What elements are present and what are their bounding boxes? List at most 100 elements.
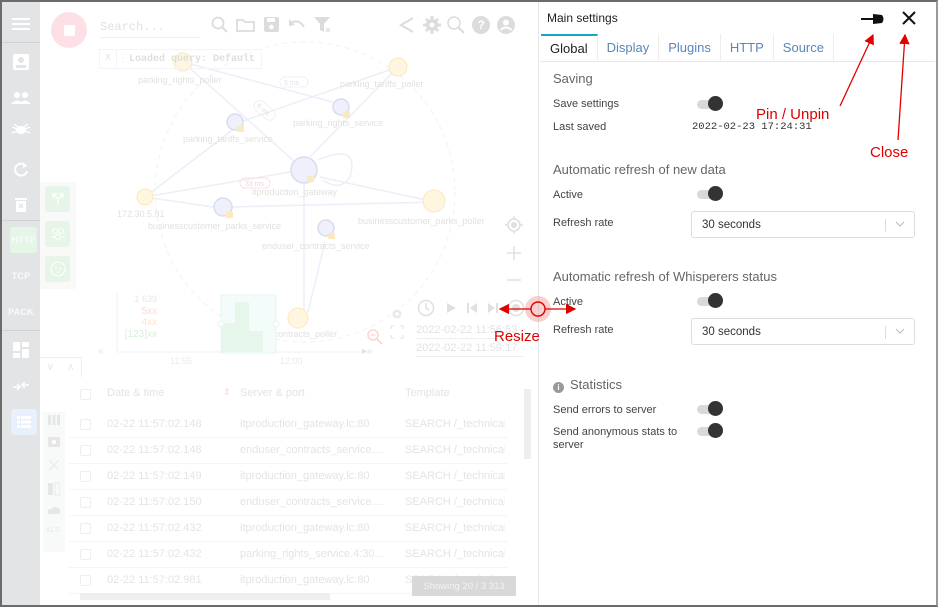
scroll-right-icon[interactable]: ▸»	[362, 344, 373, 360]
zoom-whisperer-icon[interactable]	[446, 15, 466, 35]
pin-icon[interactable]	[860, 9, 886, 29]
query-chip-text: Loaded query: Default	[129, 53, 256, 65]
selection-handle-right	[272, 320, 280, 328]
clear-selection-icon[interactable]	[48, 459, 60, 471]
gear-icon[interactable]	[422, 15, 442, 35]
node-businesscustomer-parks-poller	[422, 189, 446, 213]
tab-plugins[interactable]: Plugins	[659, 34, 721, 62]
send-errors-toggle[interactable]	[697, 401, 725, 417]
play-icon[interactable]	[444, 301, 458, 315]
list-view-icon[interactable]	[11, 409, 37, 435]
table-row[interactable]: 02-22 11:57:02.149 itproduction_gateway.l…	[68, 464, 508, 490]
skip-back-icon[interactable]	[465, 301, 479, 315]
auto-refresh-data-toggle[interactable]	[697, 186, 725, 202]
chevron-down-icon	[895, 328, 905, 334]
clear-filter-icon[interactable]	[313, 15, 333, 35]
sort-icon[interactable]: ⇕	[223, 387, 231, 398]
table-row[interactable]: 02-22 11:57:02.150 enduser_contracts_serv…	[68, 490, 508, 516]
search-table-icon[interactable]	[48, 437, 60, 447]
table-row[interactable]: 02-22 11:57:02.148 enduser_contracts_serv…	[68, 438, 508, 464]
close-icon[interactable]	[898, 7, 920, 29]
expand-up-icon[interactable]: ∧	[67, 362, 74, 373]
reset-zoom-icon[interactable]	[366, 328, 384, 346]
compress-icon[interactable]	[2, 368, 40, 404]
row-checkbox[interactable]	[80, 497, 91, 508]
export-xls-button[interactable]: XLS	[46, 527, 60, 534]
clock-icon[interactable]	[417, 299, 435, 317]
account-icon[interactable]	[496, 15, 516, 35]
table-vertical-scrollbar[interactable]	[523, 382, 532, 592]
tab-display[interactable]: Display	[598, 34, 660, 62]
histogram-max: 1 639	[134, 294, 157, 304]
contact-icon[interactable]	[2, 44, 40, 80]
cell-date-time: 02-22 11:57:02.148	[107, 444, 202, 456]
layout-button[interactable]	[45, 186, 70, 212]
row-checkbox[interactable]	[80, 523, 91, 534]
help-icon[interactable]: ?	[471, 15, 491, 35]
rail-pack[interactable]: PACK	[2, 294, 40, 330]
row-checkbox[interactable]	[80, 445, 91, 456]
auto-refresh-whisperers-rate-select[interactable]: 30 seconds	[691, 318, 915, 345]
save-settings-toggle[interactable]	[697, 96, 725, 112]
open-folder-icon[interactable]	[236, 15, 256, 35]
rail-http[interactable]: HTTP	[10, 227, 37, 253]
collapse-down-icon[interactable]: ∨	[47, 362, 54, 373]
node-parking-tariffs-poller	[388, 57, 408, 77]
table-row[interactable]: 02-22 11:57:02.148 itproduction_gateway.l…	[68, 412, 508, 438]
rail-tcp[interactable]: TCP	[2, 258, 40, 294]
column-server-port[interactable]: Server & port	[240, 387, 305, 399]
columns-icon[interactable]	[48, 415, 60, 425]
filter-nodes-button[interactable]	[45, 221, 70, 247]
tab-http[interactable]: HTTP	[721, 34, 774, 62]
table-row[interactable]: 02-22 11:57:02.432 parking_rights_service…	[68, 542, 508, 568]
share-icon[interactable]	[397, 15, 417, 35]
query-menu-button[interactable]: ⋮	[117, 53, 129, 65]
auto-refresh-data-rate-select[interactable]: 30 seconds	[691, 211, 915, 238]
live-mode-icon[interactable]	[507, 299, 525, 317]
refresh-icon[interactable]	[2, 152, 40, 188]
download-icon[interactable]	[47, 505, 61, 515]
users-icon[interactable]	[2, 80, 40, 116]
row-checkbox[interactable]	[80, 419, 91, 430]
histogram-settings-icon[interactable]	[390, 307, 404, 321]
undo-icon[interactable]	[287, 15, 307, 35]
panel-resize-handle[interactable]	[525, 296, 551, 322]
panel-collapse-controls: ∨ ∧	[40, 357, 82, 377]
stop-capture-button[interactable]	[51, 12, 87, 48]
send-stats-toggle[interactable]	[697, 423, 725, 439]
rail-tcp-label: TCP	[11, 271, 31, 281]
left-rail: HTTP TCP PACK	[2, 2, 40, 605]
save-icon[interactable]	[262, 15, 282, 35]
bug-icon[interactable]	[2, 112, 40, 148]
row-checkbox[interactable]	[80, 471, 91, 482]
dashboard-icon[interactable]	[2, 332, 40, 368]
menu-icon[interactable]	[2, 6, 40, 42]
zoom-out-icon[interactable]	[506, 272, 522, 288]
column-template[interactable]: Template	[405, 387, 450, 399]
loaded-query-chip: X ⋮ Loaded query: Default	[99, 49, 263, 69]
select-all-checkbox[interactable]	[80, 389, 91, 400]
skip-forward-icon[interactable]	[486, 301, 500, 315]
trash-icon[interactable]	[2, 186, 40, 222]
search-input[interactable]	[100, 16, 200, 38]
fullscreen-icon[interactable]	[390, 325, 404, 339]
app-window: HTTP TCP PACK 5 ms 6 ms 33 ms parking_ri…	[0, 0, 938, 607]
tab-global[interactable]: Global	[541, 34, 598, 62]
auto-refresh-whisperers-toggle[interactable]	[697, 293, 725, 309]
svg-text:?: ?	[478, 18, 485, 32]
scroll-left-icon[interactable]: «	[98, 344, 104, 360]
zoom-in-icon[interactable]	[506, 245, 522, 261]
row-checkbox[interactable]	[80, 575, 91, 586]
auto-refresh-whisperers-active-label: Active	[553, 296, 583, 308]
lock-icon	[226, 212, 233, 218]
compare-icon[interactable]	[48, 482, 60, 496]
tab-source[interactable]: Source	[774, 34, 834, 62]
cluster-button[interactable]	[45, 256, 70, 282]
search-icon[interactable]	[210, 15, 230, 35]
table-row[interactable]: 02-22 11:57:02.432 itproduction_gateway.l…	[68, 516, 508, 542]
column-date-time[interactable]: Date & time	[107, 387, 164, 399]
center-graph-icon[interactable]	[504, 215, 524, 235]
remove-query-button[interactable]: X	[100, 50, 117, 68]
row-checkbox[interactable]	[80, 549, 91, 560]
send-stats-label: Send anonymous stats to server	[553, 426, 678, 451]
